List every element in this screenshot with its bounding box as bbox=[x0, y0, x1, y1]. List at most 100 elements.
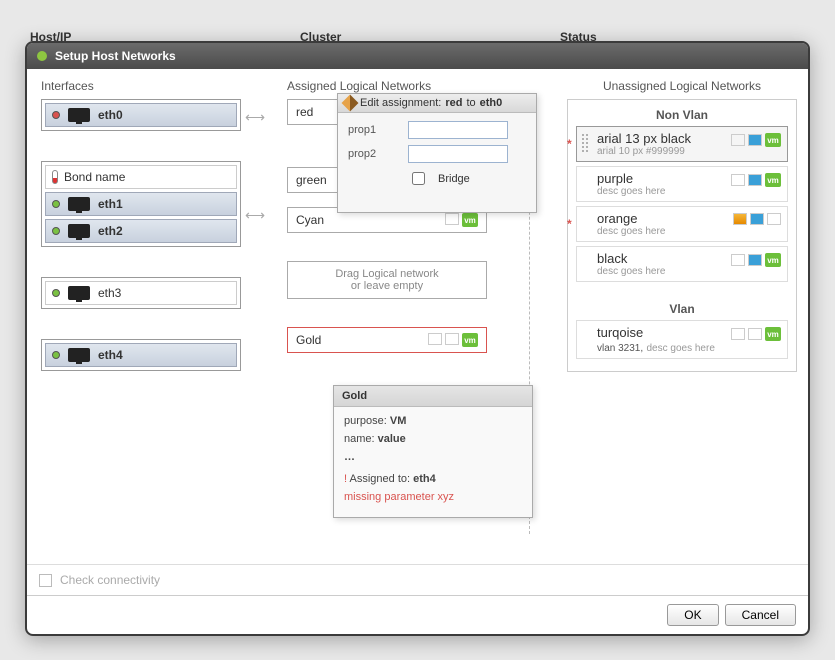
net-desc: arial 10 px #999999 bbox=[597, 146, 779, 157]
vm-badge-icon: vm bbox=[765, 327, 781, 341]
unassigned-net-black[interactable]: black desc goes here vm bbox=[576, 246, 788, 282]
required-star-icon: * bbox=[567, 217, 572, 231]
monitor-badge-icon bbox=[748, 174, 762, 186]
net-desc: desc goes here bbox=[647, 343, 715, 354]
status-up-icon bbox=[52, 351, 60, 359]
ethernet-port-icon bbox=[68, 108, 90, 122]
bridge-label: Bridge bbox=[438, 173, 470, 185]
check-connectivity-label: Check connectivity bbox=[60, 573, 160, 587]
dialog-footer: OK Cancel bbox=[27, 595, 808, 634]
popover-title-sep: to bbox=[466, 97, 475, 109]
status-up-icon bbox=[52, 289, 60, 297]
interface-eth0[interactable]: eth0 bbox=[41, 99, 241, 131]
drag-handle-icon[interactable] bbox=[581, 133, 589, 153]
unassigned-net-purple[interactable]: purple desc goes here vm bbox=[576, 166, 788, 202]
status-down-icon bbox=[52, 111, 60, 119]
network-label: Gold bbox=[296, 333, 321, 347]
vm-badge-icon: vm bbox=[462, 213, 478, 227]
net-badge-icon bbox=[767, 213, 781, 225]
popover-title-net: red bbox=[445, 97, 462, 109]
interface-eth4[interactable]: eth4 bbox=[41, 339, 241, 371]
monitor-badge-icon bbox=[750, 213, 764, 225]
prop2-label: prop2 bbox=[348, 148, 398, 160]
status-up-icon bbox=[52, 200, 60, 208]
dialog-content: Interfaces eth0 Bond name bbox=[27, 69, 808, 564]
ethernet-port-icon bbox=[68, 286, 90, 300]
unassigned-net-orange[interactable]: * orange desc goes here bbox=[576, 206, 788, 242]
vm-badge-icon: vm bbox=[765, 173, 781, 187]
check-row: Check connectivity bbox=[27, 564, 808, 595]
tooltip-purpose-value: VM bbox=[390, 415, 407, 427]
interface-label: eth0 bbox=[98, 108, 123, 122]
prop1-label: prop1 bbox=[348, 124, 398, 136]
tooltip-missing-param: missing parameter xyz bbox=[344, 491, 522, 503]
unassigned-net-turqoise[interactable]: turqoise vlan 3231, desc goes here vm bbox=[576, 320, 788, 359]
interface-eth2[interactable]: eth2 bbox=[45, 219, 237, 243]
monitor-badge-icon bbox=[748, 254, 762, 266]
popover-title-iface: eth0 bbox=[480, 97, 503, 109]
interface-eth3[interactable]: eth3 bbox=[41, 277, 241, 309]
link-arrow-icon: ⟷ bbox=[245, 207, 265, 224]
status-up-icon bbox=[52, 227, 60, 235]
vm-badge-icon: vm bbox=[765, 133, 781, 147]
unassigned-net-arial[interactable]: * arial 13 px black arial 10 px #999999 … bbox=[576, 126, 788, 162]
required-star-icon: * bbox=[567, 137, 572, 151]
drop-hint-line2: or leave empty bbox=[292, 280, 482, 292]
tooltip-name-label: name: bbox=[344, 433, 375, 445]
tooltip-ellipsis: … bbox=[344, 451, 355, 463]
non-vlan-heading: Non Vlan bbox=[568, 108, 796, 122]
interface-label: eth4 bbox=[98, 348, 123, 362]
net-badge-icon bbox=[731, 254, 745, 266]
popover-title-prefix: Edit assignment: bbox=[360, 97, 441, 109]
vlan-heading: Vlan bbox=[568, 302, 796, 316]
ethernet-port-icon bbox=[68, 224, 90, 238]
drop-zone-eth3[interactable]: Drag Logical network or leave empty bbox=[287, 261, 487, 299]
net-desc: desc goes here bbox=[597, 186, 779, 197]
net-desc: desc goes here bbox=[597, 266, 779, 277]
monitor-badge-icon bbox=[748, 134, 762, 146]
check-connectivity-checkbox[interactable] bbox=[39, 574, 52, 587]
unassigned-heading: Unassigned Logical Networks bbox=[567, 69, 797, 99]
drop-hint-line1: Drag Logical network bbox=[292, 268, 482, 280]
unassigned-column: Unassigned Logical Networks Non Vlan * a… bbox=[567, 69, 797, 372]
warning-bang-icon: ! bbox=[344, 473, 347, 485]
setup-host-networks-dialog: Setup Host Networks Interfaces eth0 Bond bbox=[25, 41, 810, 636]
crown-badge-icon bbox=[733, 213, 747, 225]
tooltip-assigned-label: Assigned to: bbox=[350, 473, 411, 485]
cancel-button[interactable]: Cancel bbox=[725, 604, 796, 626]
net-badge-icon bbox=[748, 328, 762, 340]
page-backdrop: Host/IP Cluster Status Setup Host Networ… bbox=[0, 0, 835, 660]
vm-badge-icon: vm bbox=[462, 333, 478, 347]
network-label: green bbox=[296, 173, 327, 187]
interface-eth1[interactable]: eth1 bbox=[45, 192, 237, 216]
interfaces-column: Interfaces eth0 Bond name bbox=[41, 69, 241, 385]
dialog-titlebar: Setup Host Networks bbox=[27, 43, 808, 69]
interface-label: eth2 bbox=[98, 224, 123, 238]
tooltip-title: Gold bbox=[334, 386, 532, 407]
bond-icon bbox=[52, 170, 58, 184]
interface-bond[interactable]: Bond name eth1 eth2 bbox=[41, 161, 241, 247]
net-vlan: vlan 3231, bbox=[597, 343, 643, 354]
bridge-checkbox[interactable] bbox=[412, 172, 425, 185]
interface-label: eth1 bbox=[98, 197, 123, 211]
edit-assignment-popover: Edit assignment: red to eth0 prop1 prop2 bbox=[337, 93, 537, 213]
ethernet-port-icon bbox=[68, 348, 90, 362]
unassigned-panel: Non Vlan * arial 13 px black arial 10 px… bbox=[567, 99, 797, 372]
tooltip-assigned-value: eth4 bbox=[413, 473, 436, 485]
prop1-input[interactable] bbox=[408, 121, 508, 139]
net-desc: desc goes here bbox=[597, 226, 779, 237]
prop2-input[interactable] bbox=[408, 145, 508, 163]
net-badge-icon bbox=[731, 328, 745, 340]
bond-label: Bond name bbox=[64, 170, 125, 184]
assigned-gold[interactable]: Gold vm bbox=[287, 327, 487, 353]
link-arrow-icon: ⟷ bbox=[245, 109, 265, 126]
ok-button[interactable]: OK bbox=[667, 604, 718, 626]
net-badge-icon bbox=[428, 333, 442, 345]
pencil-icon bbox=[342, 95, 359, 112]
network-label: red bbox=[296, 105, 313, 119]
interfaces-heading: Interfaces bbox=[41, 69, 241, 99]
dialog-green-dot-icon bbox=[37, 51, 47, 61]
tooltip-name-value: value bbox=[378, 433, 406, 445]
dialog-title: Setup Host Networks bbox=[55, 49, 176, 63]
network-tooltip: Gold purpose: VM name: value … ! Assigne… bbox=[333, 385, 533, 518]
